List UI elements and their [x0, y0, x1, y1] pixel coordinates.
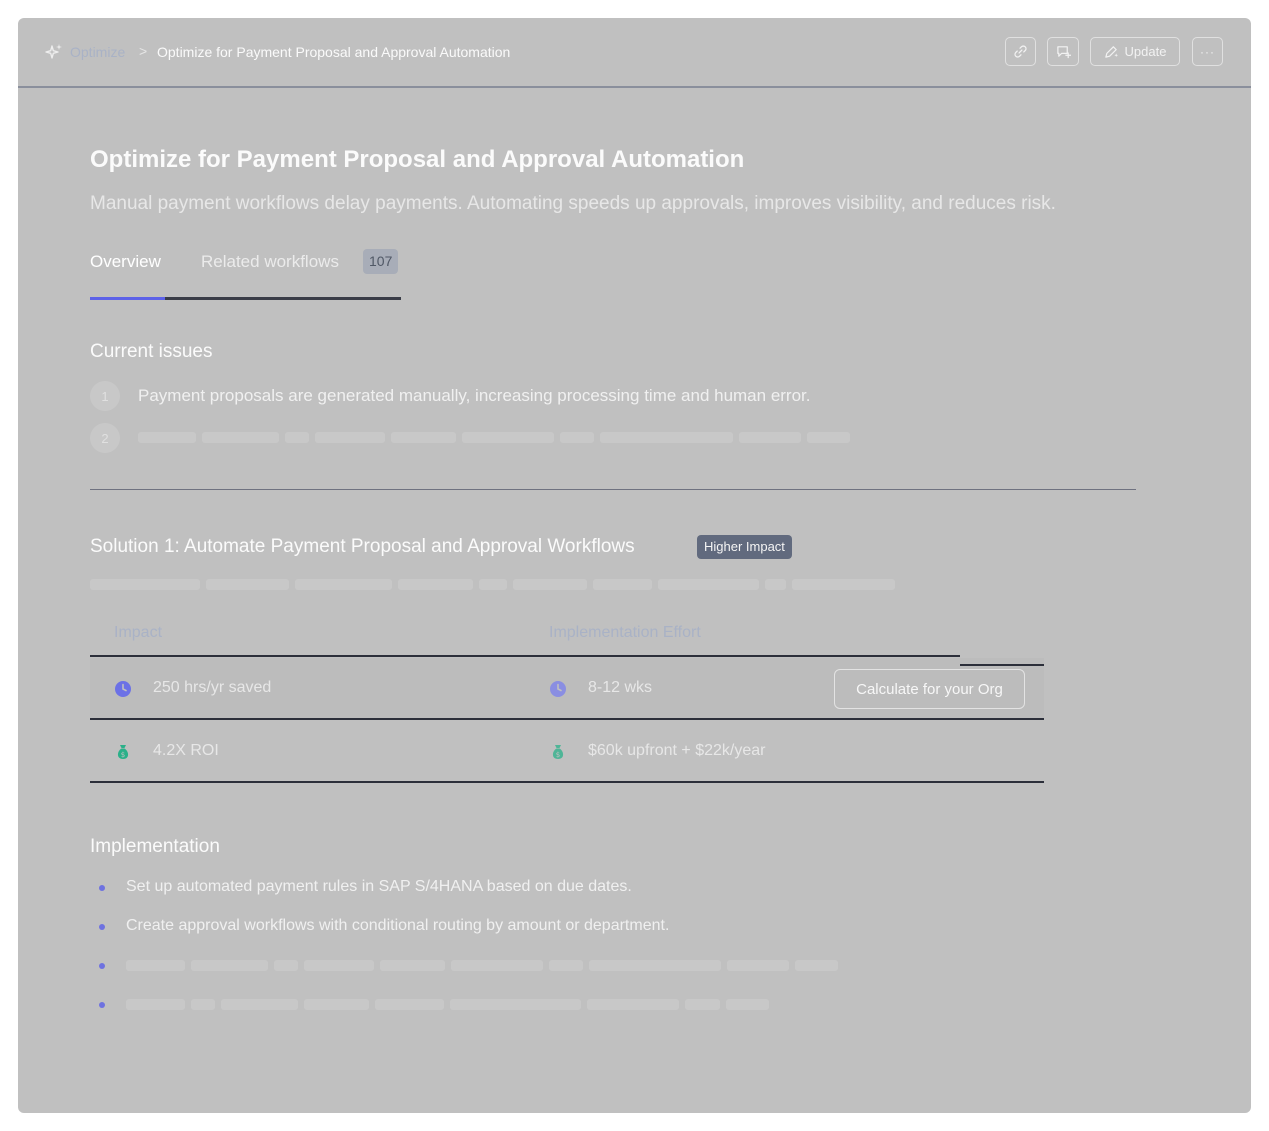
table-row-divider: [90, 718, 1044, 720]
comment-button[interactable]: [1047, 37, 1079, 66]
bullet-icon: [99, 1002, 105, 1008]
link-icon: [1014, 45, 1027, 58]
issue-text: Payment proposals are generated manually…: [138, 386, 811, 405]
column-header-impact: Impact: [114, 624, 163, 641]
impact-value: 250 hrs/yr saved: [153, 679, 272, 696]
solution-title: Solution 1: Automate Payment Proposal an…: [90, 536, 635, 557]
ellipsis-icon: ···: [1200, 44, 1215, 59]
app-window: Optimize > Optimize for Payment Proposal…: [18, 18, 1251, 1113]
breadcrumb-separator: >: [139, 43, 148, 59]
bullet-icon: [99, 924, 105, 930]
effort-value: $60k upfront + $22k/year: [588, 742, 766, 759]
page-subtitle: Manual payment workflows delay payments.…: [90, 193, 1056, 214]
tab-overview[interactable]: Overview: [90, 252, 161, 272]
svg-text:$: $: [121, 751, 125, 759]
bullet-icon: [99, 885, 105, 891]
impact-badge: Higher Impact: [697, 535, 792, 559]
tab-related-workflows[interactable]: Related workflows: [201, 252, 339, 272]
copy-link-button[interactable]: [1005, 37, 1036, 66]
impact-value: 4.2X ROI: [153, 742, 219, 759]
implementation-item: Set up automated payment rules in SAP S/…: [126, 878, 632, 895]
issue-number-badge: 2: [90, 423, 120, 453]
money-bag-icon: $: [117, 745, 129, 759]
issue-number-badge: 1: [90, 381, 120, 411]
solution-description-loading-skeleton: [90, 579, 895, 590]
table-bottom-rule: [90, 781, 1044, 783]
section-divider: [90, 489, 1136, 490]
current-issues-heading: Current issues: [90, 341, 213, 362]
clock-icon: [550, 681, 566, 697]
update-button-label: Update: [1124, 44, 1167, 59]
page-title: Optimize for Payment Proposal and Approv…: [90, 146, 745, 173]
top-bar: Optimize > Optimize for Payment Proposal…: [18, 18, 1251, 88]
breadcrumb-current: Optimize for Payment Proposal and Approv…: [157, 44, 511, 60]
comment-add-icon: [1056, 46, 1071, 59]
bullet-icon: [99, 963, 105, 969]
edit-sparkle-icon: [1104, 46, 1118, 58]
update-button[interactable]: Update: [1090, 37, 1180, 66]
column-header-effort: Implementation Effort: [549, 624, 701, 641]
issue-text-loading-skeleton: [138, 432, 850, 443]
effort-value: 8-12 wks: [588, 679, 653, 696]
implementation-heading: Implementation: [90, 836, 220, 857]
table-header-rule: [960, 664, 1044, 666]
table-header-rule: [90, 655, 960, 657]
sparkle-icon: [45, 44, 62, 59]
tab-active-indicator: [90, 297, 165, 300]
svg-text:$: $: [556, 751, 560, 759]
implementation-item-loading-skeleton: [126, 999, 769, 1010]
implementation-item: Create approval workflows with condition…: [126, 917, 670, 934]
more-options-button[interactable]: ···: [1192, 37, 1223, 66]
related-workflows-count-badge: 107: [363, 249, 399, 274]
calculate-for-org-button[interactable]: Calculate for your Org: [834, 669, 1025, 709]
implementation-item-loading-skeleton: [126, 960, 838, 971]
breadcrumb-root-link[interactable]: Optimize: [70, 44, 125, 60]
money-bag-icon: $: [552, 745, 564, 759]
clock-icon: [115, 681, 131, 697]
